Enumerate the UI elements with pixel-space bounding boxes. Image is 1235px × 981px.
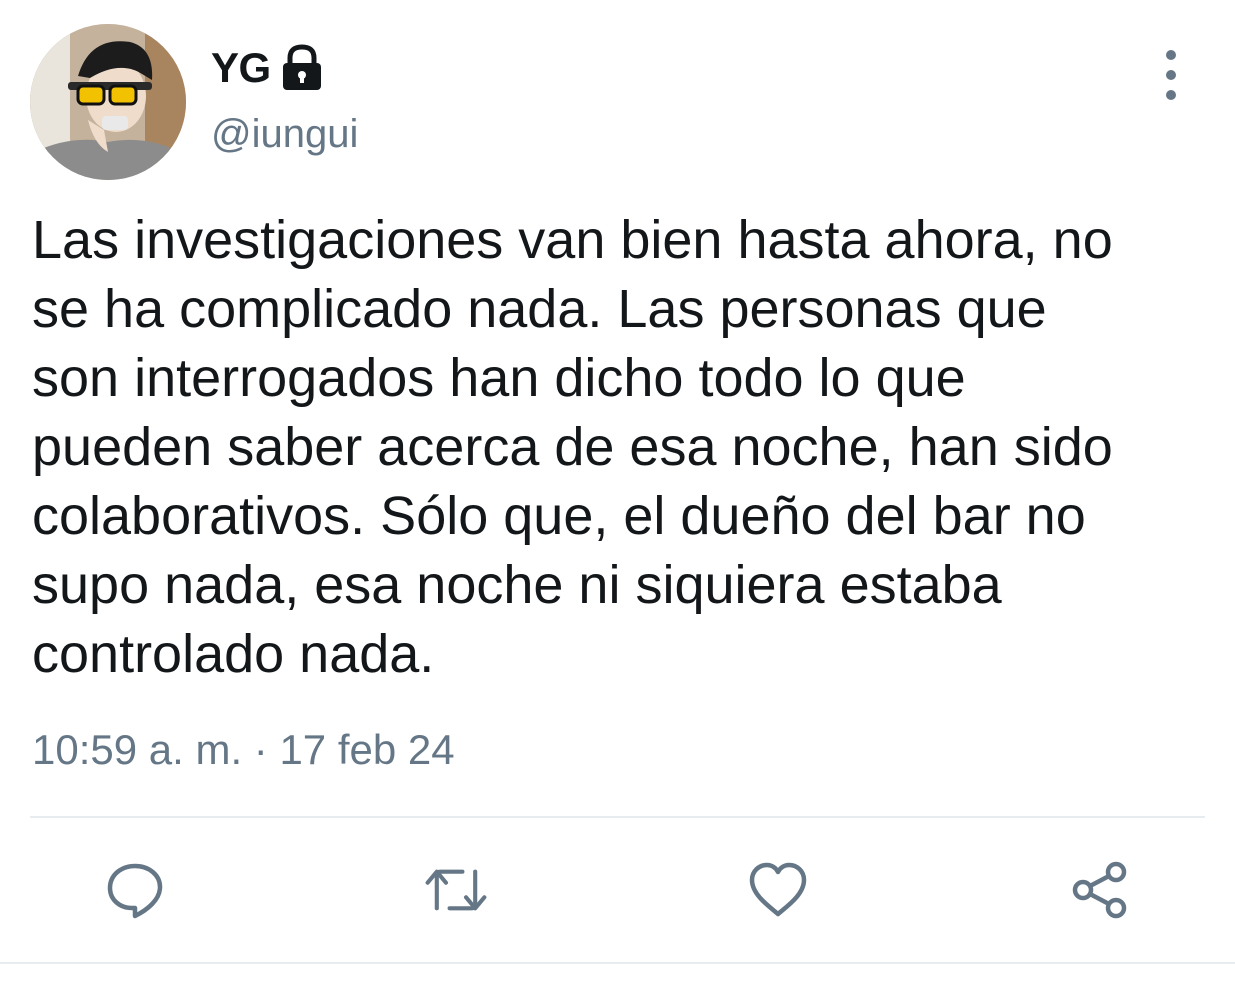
avatar-image (30, 24, 186, 180)
more-options-button[interactable] (1150, 50, 1192, 100)
share-icon (1072, 861, 1127, 919)
more-dot-icon (1166, 90, 1176, 100)
more-dot-icon (1166, 50, 1176, 60)
like-button[interactable] (746, 858, 810, 922)
more-dot-icon (1166, 70, 1176, 80)
tweet-detail: YG @iungui Las investigaciones van bien … (0, 0, 1235, 981)
tweet-text: Las investigaciones van bien hasta ahora… (32, 210, 1113, 684)
retweet-button[interactable] (424, 858, 488, 922)
bottom-divider (0, 962, 1235, 964)
display-name[interactable]: YG (211, 44, 271, 92)
lock-icon (279, 43, 325, 93)
heart-icon (749, 862, 807, 917)
reply-button[interactable] (103, 858, 167, 922)
reply-icon (107, 863, 163, 919)
display-name-row: YG (211, 40, 325, 96)
avatar[interactable] (30, 24, 186, 180)
user-handle[interactable]: @iungui (211, 112, 358, 157)
share-button[interactable] (1068, 858, 1132, 922)
divider (30, 816, 1205, 818)
retweet-icon (425, 869, 487, 911)
tweet-timestamp[interactable]: 10:59 a. m. · 17 feb 24 (32, 726, 455, 774)
